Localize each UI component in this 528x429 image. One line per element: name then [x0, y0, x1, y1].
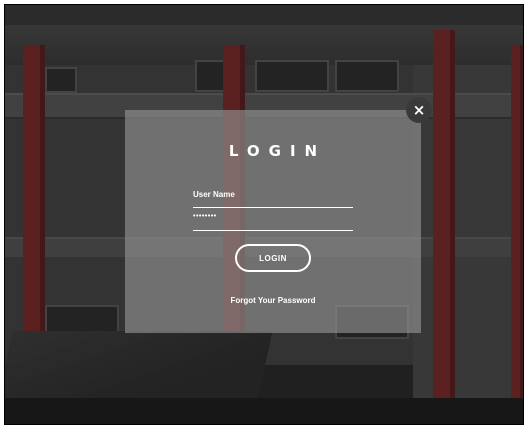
username-field[interactable]: User Name: [193, 190, 353, 208]
forgot-password-link[interactable]: Forgot Your Password: [125, 296, 421, 305]
close-icon: ×: [412, 101, 426, 119]
password-field[interactable]: ••••••••: [193, 213, 353, 231]
close-button[interactable]: ×: [406, 97, 432, 123]
login-dialog: LOGIN User Name •••••••• LOGIN Forgot Yo…: [125, 110, 421, 333]
screenshot-frame: LOGIN User Name •••••••• LOGIN Forgot Yo…: [4, 4, 524, 425]
login-button[interactable]: LOGIN: [235, 244, 311, 272]
dialog-title: LOGIN: [228, 142, 327, 160]
